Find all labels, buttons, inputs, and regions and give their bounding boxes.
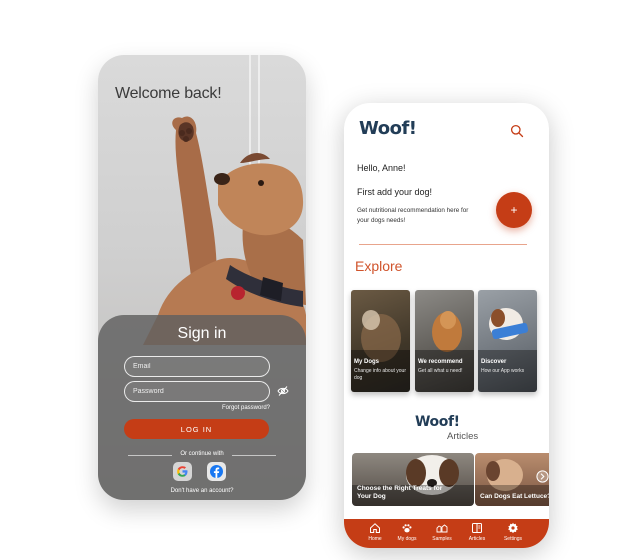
card-title: Discover <box>481 359 507 365</box>
dog-photo <box>478 308 537 392</box>
card-subtitle: Change info about your dog <box>354 368 406 381</box>
welcome-heading: Welcome back! <box>115 85 222 102</box>
nav-label: Settings <box>503 536 523 542</box>
signin-title: Sign in <box>177 325 227 342</box>
nav-item-articles[interactable]: Articles <box>460 522 494 547</box>
explore-title: Explore <box>355 258 403 274</box>
nutrition-text: Get nutritional recommendation here for … <box>357 207 469 224</box>
password-field[interactable] <box>124 381 270 402</box>
or-continue-label: Or continue with <box>180 451 224 457</box>
articles-logo: Woof! <box>415 414 460 430</box>
gear-icon <box>508 522 518 533</box>
search-icon[interactable] <box>510 124 524 138</box>
login-button[interactable]: LOG IN <box>124 419 269 439</box>
article-title: Choose the Right Treats for Your Dog <box>357 485 443 500</box>
add-dog-heading: First add your dog! <box>357 187 433 197</box>
card-subtitle: How our App works <box>481 368 525 374</box>
articles-heading: Articles <box>447 431 479 442</box>
card-title: We recommend <box>418 359 463 365</box>
google-icon <box>177 466 188 477</box>
nav-item-samples[interactable]: Samples <box>425 522 459 547</box>
facebook-login-button[interactable] <box>207 462 226 481</box>
bottom-nav: Home My dogs Samples Articles Settings <box>344 519 549 548</box>
email-field[interactable] <box>124 356 270 377</box>
dogs-icon <box>436 524 448 533</box>
article-card-treats[interactable]: Choose the Right Treats for Your Dog <box>352 453 474 506</box>
nav-label: My dogs <box>397 536 417 542</box>
card-title: My Dogs <box>354 359 380 365</box>
nav-label: Home <box>368 536 382 542</box>
nav-label: Samples <box>432 536 452 542</box>
add-dog-button[interactable]: + <box>496 192 532 228</box>
google-login-button[interactable] <box>173 462 192 481</box>
app-logo: Woof! <box>359 118 417 139</box>
book-icon <box>472 523 482 533</box>
nav-label: Articles <box>468 536 486 542</box>
dog-photo <box>415 311 474 392</box>
card-subtitle: Get all what u need! <box>418 368 463 374</box>
facebook-icon <box>210 465 223 478</box>
paw-icon <box>402 524 412 533</box>
greeting-text: Hello, Anne! <box>357 163 406 173</box>
home-icon <box>370 523 380 533</box>
nav-item-my-dogs[interactable]: My dogs <box>390 522 424 547</box>
arrow-right-icon[interactable] <box>536 470 549 483</box>
eye-slash-icon[interactable] <box>277 385 289 397</box>
home-screen: Woof! Hello, Anne! First add your dog! G… <box>344 103 549 548</box>
explore-card-we-recommend[interactable]: We recommend Get all what u need! <box>415 290 474 392</box>
explore-card-discover[interactable]: Discover How our App works <box>478 290 537 392</box>
article-title: Can Dogs Eat Lettuce? <box>480 493 549 500</box>
forgot-password-link[interactable]: Forgot password? <box>198 405 270 411</box>
nav-item-settings[interactable]: Settings <box>496 522 530 547</box>
nav-item-home[interactable]: Home <box>358 522 392 547</box>
login-screen: Welcome back! Sign in Forgot password? L… <box>98 55 306 500</box>
showcase-stage: Welcome back! Sign in Forgot password? L… <box>0 0 632 560</box>
section-divider <box>359 244 527 245</box>
no-account-link[interactable]: Don't have an account? <box>98 488 306 494</box>
explore-card-my-dogs[interactable]: My Dogs Change info about your dog <box>351 290 410 392</box>
